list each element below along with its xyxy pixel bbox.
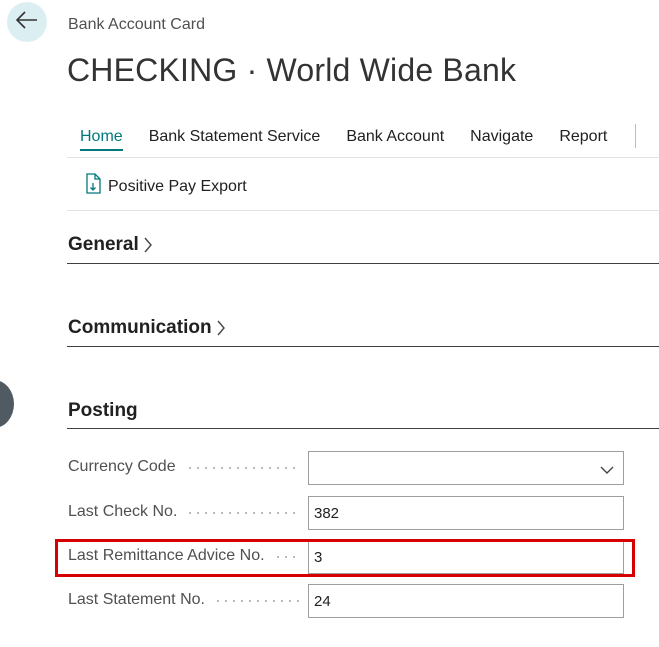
tab-navigate[interactable]: Navigate xyxy=(470,128,533,146)
field-last-check-no: Last Check No. xyxy=(68,496,628,530)
tab-home[interactable]: Home xyxy=(80,128,123,151)
page-caption: Bank Account Card xyxy=(68,16,205,33)
action-bar-divider xyxy=(635,124,636,148)
action-bar: Home Bank Statement Service Bank Account… xyxy=(80,124,633,151)
field-last-remittance-advice-no: Last Remittance Advice No. xyxy=(68,540,628,574)
currency-code-label: Currency Code xyxy=(68,458,176,475)
leader-dots xyxy=(186,467,300,469)
document-export-icon xyxy=(84,173,108,200)
fasttab-communication[interactable]: Communication xyxy=(68,317,226,339)
back-button[interactable] xyxy=(7,2,47,42)
tab-bank-statement-service[interactable]: Bank Statement Service xyxy=(149,128,321,146)
tab-bank-account[interactable]: Bank Account xyxy=(346,128,444,146)
last-statement-no-input[interactable] xyxy=(308,584,624,618)
page-title: CHECKING · World Wide Bank xyxy=(67,52,517,88)
tab-report[interactable]: Report xyxy=(559,128,607,146)
field-last-statement-no: Last Statement No. xyxy=(68,584,628,618)
chevron-down-icon xyxy=(599,462,615,480)
leader-dots xyxy=(214,600,300,602)
last-statement-no-label: Last Statement No. xyxy=(68,591,205,608)
fasttab-general[interactable]: General xyxy=(68,234,153,256)
last-remittance-advice-no-label: Last Remittance Advice No. xyxy=(68,547,265,564)
fasttab-general-title: General xyxy=(68,234,139,255)
divider xyxy=(67,210,659,211)
currency-code-select[interactable] xyxy=(308,451,624,485)
fasttab-posting[interactable]: Posting xyxy=(68,400,138,422)
chevron-right-icon xyxy=(143,236,153,254)
positive-pay-export-label: Positive Pay Export xyxy=(108,177,247,195)
leader-dots xyxy=(186,512,300,514)
last-remittance-advice-no-input[interactable] xyxy=(308,540,624,574)
fasttab-communication-title: Communication xyxy=(68,317,212,338)
section-rule xyxy=(67,346,659,347)
leader-dots xyxy=(274,556,300,558)
chevron-right-icon xyxy=(216,319,226,337)
arrow-left-icon xyxy=(15,10,38,34)
section-rule xyxy=(67,263,659,264)
last-check-no-input[interactable] xyxy=(308,496,624,530)
section-rule xyxy=(67,428,659,429)
fasttab-posting-title: Posting xyxy=(68,400,138,421)
side-panel-toggle[interactable] xyxy=(0,380,14,428)
last-check-no-label: Last Check No. xyxy=(68,503,178,520)
divider xyxy=(67,157,659,158)
field-currency-code: Currency Code xyxy=(68,451,628,485)
positive-pay-export-button[interactable]: Positive Pay Export xyxy=(84,173,247,200)
